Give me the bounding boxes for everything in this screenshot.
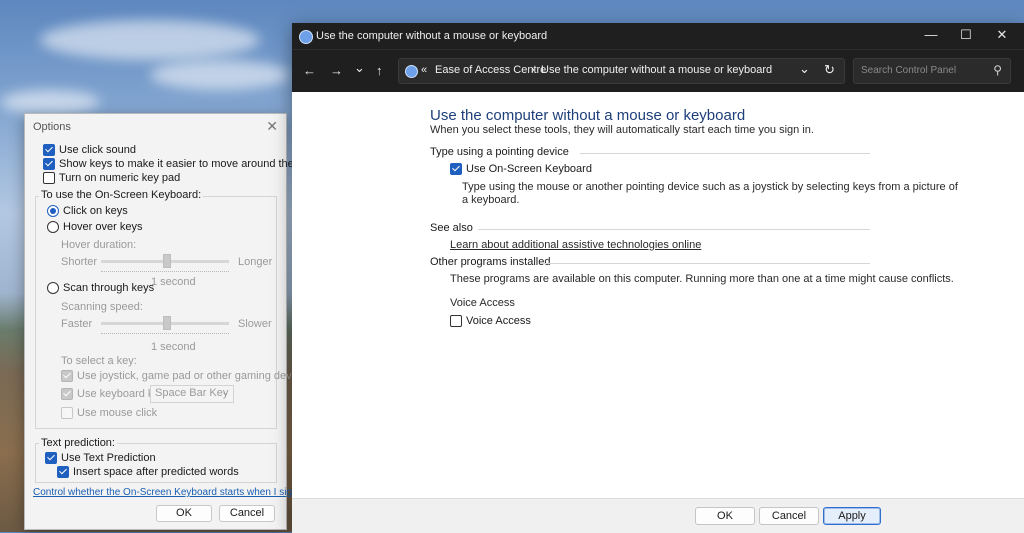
section-other-programs: Other programs installed bbox=[430, 256, 870, 268]
section-pointing-device: Type using a pointing device bbox=[430, 146, 870, 158]
forward-arrow-icon[interactable]: → bbox=[330, 63, 343, 78]
ease-of-access-icon bbox=[405, 65, 418, 78]
checkbox-checked-icon bbox=[450, 163, 462, 176]
hover-duration-label: Hover duration: bbox=[61, 239, 137, 251]
keyboard-key-value: Space Bar Key bbox=[155, 387, 229, 399]
checkbox-checked-icon bbox=[57, 466, 69, 479]
slower-label: Slower bbox=[238, 318, 272, 330]
scan-slider-thumb[interactable] bbox=[163, 316, 171, 330]
use-click-sound-checkbox[interactable]: Use click sound bbox=[43, 144, 136, 157]
osk-description-1: Type using the mouse or another pointing… bbox=[462, 181, 958, 193]
checkbox-unchecked-icon bbox=[43, 172, 55, 185]
text-prediction-label: Text prediction: bbox=[39, 437, 117, 449]
breadcrumb-chevrons[interactable]: « bbox=[421, 64, 427, 76]
breadcrumb-current[interactable]: Use the computer without a mouse or keyb… bbox=[541, 64, 772, 76]
osk-description-2: a keyboard. bbox=[462, 194, 520, 206]
other-programs-description: These programs are available on this com… bbox=[450, 273, 954, 285]
scan-value-label: 1 second bbox=[151, 341, 196, 353]
show-keys-checkbox[interactable]: Show keys to make it easier to move arou… bbox=[43, 158, 330, 171]
breadcrumb-parent[interactable]: Ease of Access Centre bbox=[435, 64, 546, 76]
radio-selected-icon bbox=[47, 205, 59, 218]
numeric-keypad-checkbox[interactable]: Turn on numeric key pad bbox=[43, 172, 180, 185]
ease-of-access-icon bbox=[299, 30, 313, 44]
checkbox-disabled-icon bbox=[61, 407, 73, 420]
hover-slider-thumb[interactable] bbox=[163, 254, 171, 268]
options-dialog: Options ✕ Use click sound Show keys to m… bbox=[24, 113, 330, 530]
checkbox-unchecked-icon bbox=[450, 315, 462, 328]
recent-locations-icon[interactable]: ⌄ bbox=[354, 60, 365, 76]
address-dropdown-icon[interactable]: ⌄ bbox=[799, 61, 810, 77]
control-startup-link[interactable]: Control whether the On-Screen Keyboard s… bbox=[33, 487, 308, 498]
apply-button[interactable]: Apply bbox=[823, 507, 881, 525]
section-see-also: See also bbox=[430, 222, 870, 234]
use-mouse-click-checkbox[interactable]: Use mouse click bbox=[61, 407, 157, 420]
section-see-also-label: See also bbox=[430, 222, 473, 234]
checkbox-disabled-icon bbox=[61, 370, 73, 383]
section-divider bbox=[540, 263, 870, 264]
use-joystick-checkbox[interactable]: Use joystick, game pad or other gaming d… bbox=[61, 370, 306, 383]
shorter-label: Shorter bbox=[61, 256, 98, 268]
radio-unselected-icon bbox=[47, 282, 59, 295]
sky-cloud bbox=[40, 20, 260, 60]
options-ok-button[interactable]: OK bbox=[156, 505, 212, 522]
checkbox-checked-icon bbox=[43, 144, 55, 157]
window-footer: OK Cancel Apply bbox=[292, 498, 1024, 533]
options-cancel-button[interactable]: Cancel bbox=[219, 505, 275, 522]
section-pointing-label: Type using a pointing device bbox=[430, 146, 569, 158]
up-arrow-icon[interactable]: ↑ bbox=[376, 63, 383, 78]
sky-cloud bbox=[0, 90, 100, 114]
cancel-button[interactable]: Cancel bbox=[759, 507, 819, 525]
minimize-icon[interactable]: — bbox=[913, 27, 949, 42]
select-key-label: To select a key: bbox=[61, 355, 137, 367]
section-other-label: Other programs installed bbox=[430, 256, 551, 268]
control-panel-window: Use the computer without a mouse or keyb… bbox=[292, 23, 1024, 533]
keyboard-key-select[interactable]: Space Bar Key ⌄ bbox=[150, 385, 234, 403]
use-text-prediction-checkbox[interactable]: Use Text Prediction bbox=[45, 452, 156, 465]
use-osk-checkbox[interactable]: Use On-Screen Keyboard bbox=[450, 163, 592, 176]
voice-access-heading: Voice Access bbox=[450, 297, 515, 309]
hover-slider-ticks bbox=[101, 267, 229, 272]
maximize-icon[interactable]: ☐ bbox=[948, 27, 984, 43]
back-arrow-icon[interactable]: ← bbox=[303, 63, 316, 78]
sky-cloud bbox=[150, 60, 290, 90]
faster-label: Faster bbox=[61, 318, 93, 330]
close-icon[interactable]: ✕ bbox=[984, 27, 1020, 43]
search-icon[interactable]: ⚲ bbox=[993, 63, 1002, 77]
page-title: Use the computer without a mouse or keyb… bbox=[430, 107, 746, 124]
window-titlebar: Use the computer without a mouse or keyb… bbox=[292, 23, 1024, 49]
hover-over-keys-radio[interactable]: Hover over keys bbox=[47, 221, 142, 234]
section-divider bbox=[478, 229, 870, 230]
search-box[interactable]: Search Control Panel ⚲ bbox=[853, 58, 1011, 84]
main-content: Use the computer without a mouse or keyb… bbox=[292, 92, 1024, 498]
checkbox-disabled-icon bbox=[61, 388, 73, 401]
address-bar[interactable]: « Ease of Access Centre › Use the comput… bbox=[398, 58, 845, 84]
learn-more-link[interactable]: Learn about additional assistive technol… bbox=[450, 239, 701, 251]
scan-through-keys-radio[interactable]: Scan through keys bbox=[47, 282, 154, 295]
checkbox-checked-icon bbox=[45, 452, 57, 465]
section-divider bbox=[580, 153, 870, 154]
options-titlebar: Options ✕ bbox=[25, 114, 286, 140]
options-title: Options bbox=[33, 121, 71, 133]
search-placeholder: Search Control Panel bbox=[861, 65, 957, 76]
scan-slider-ticks bbox=[101, 329, 229, 334]
hover-value-label: 1 second bbox=[151, 276, 196, 288]
window-title: Use the computer without a mouse or keyb… bbox=[316, 30, 548, 42]
radio-unselected-icon bbox=[47, 221, 59, 234]
chevron-down-icon: ⌄ bbox=[221, 387, 229, 397]
breadcrumb-separator[interactable]: › bbox=[531, 64, 535, 76]
page-subtitle: When you select these tools, they will a… bbox=[430, 124, 814, 136]
scanning-speed-label: Scanning speed: bbox=[61, 301, 143, 313]
close-icon[interactable]: ✕ bbox=[266, 118, 278, 135]
navigation-bar: ← → ⌄ ↑ « Ease of Access Centre › Use th… bbox=[292, 49, 1024, 92]
osk-group-label: To use the On-Screen Keyboard: bbox=[39, 189, 204, 201]
click-on-keys-radio[interactable]: Click on keys bbox=[47, 205, 128, 218]
ok-button[interactable]: OK bbox=[695, 507, 755, 525]
longer-label: Longer bbox=[238, 256, 273, 268]
refresh-icon[interactable]: ↻ bbox=[824, 62, 835, 78]
checkbox-checked-icon bbox=[43, 158, 55, 171]
voice-access-checkbox[interactable]: Voice Access bbox=[450, 315, 531, 328]
insert-space-checkbox[interactable]: Insert space after predicted words bbox=[57, 466, 239, 479]
